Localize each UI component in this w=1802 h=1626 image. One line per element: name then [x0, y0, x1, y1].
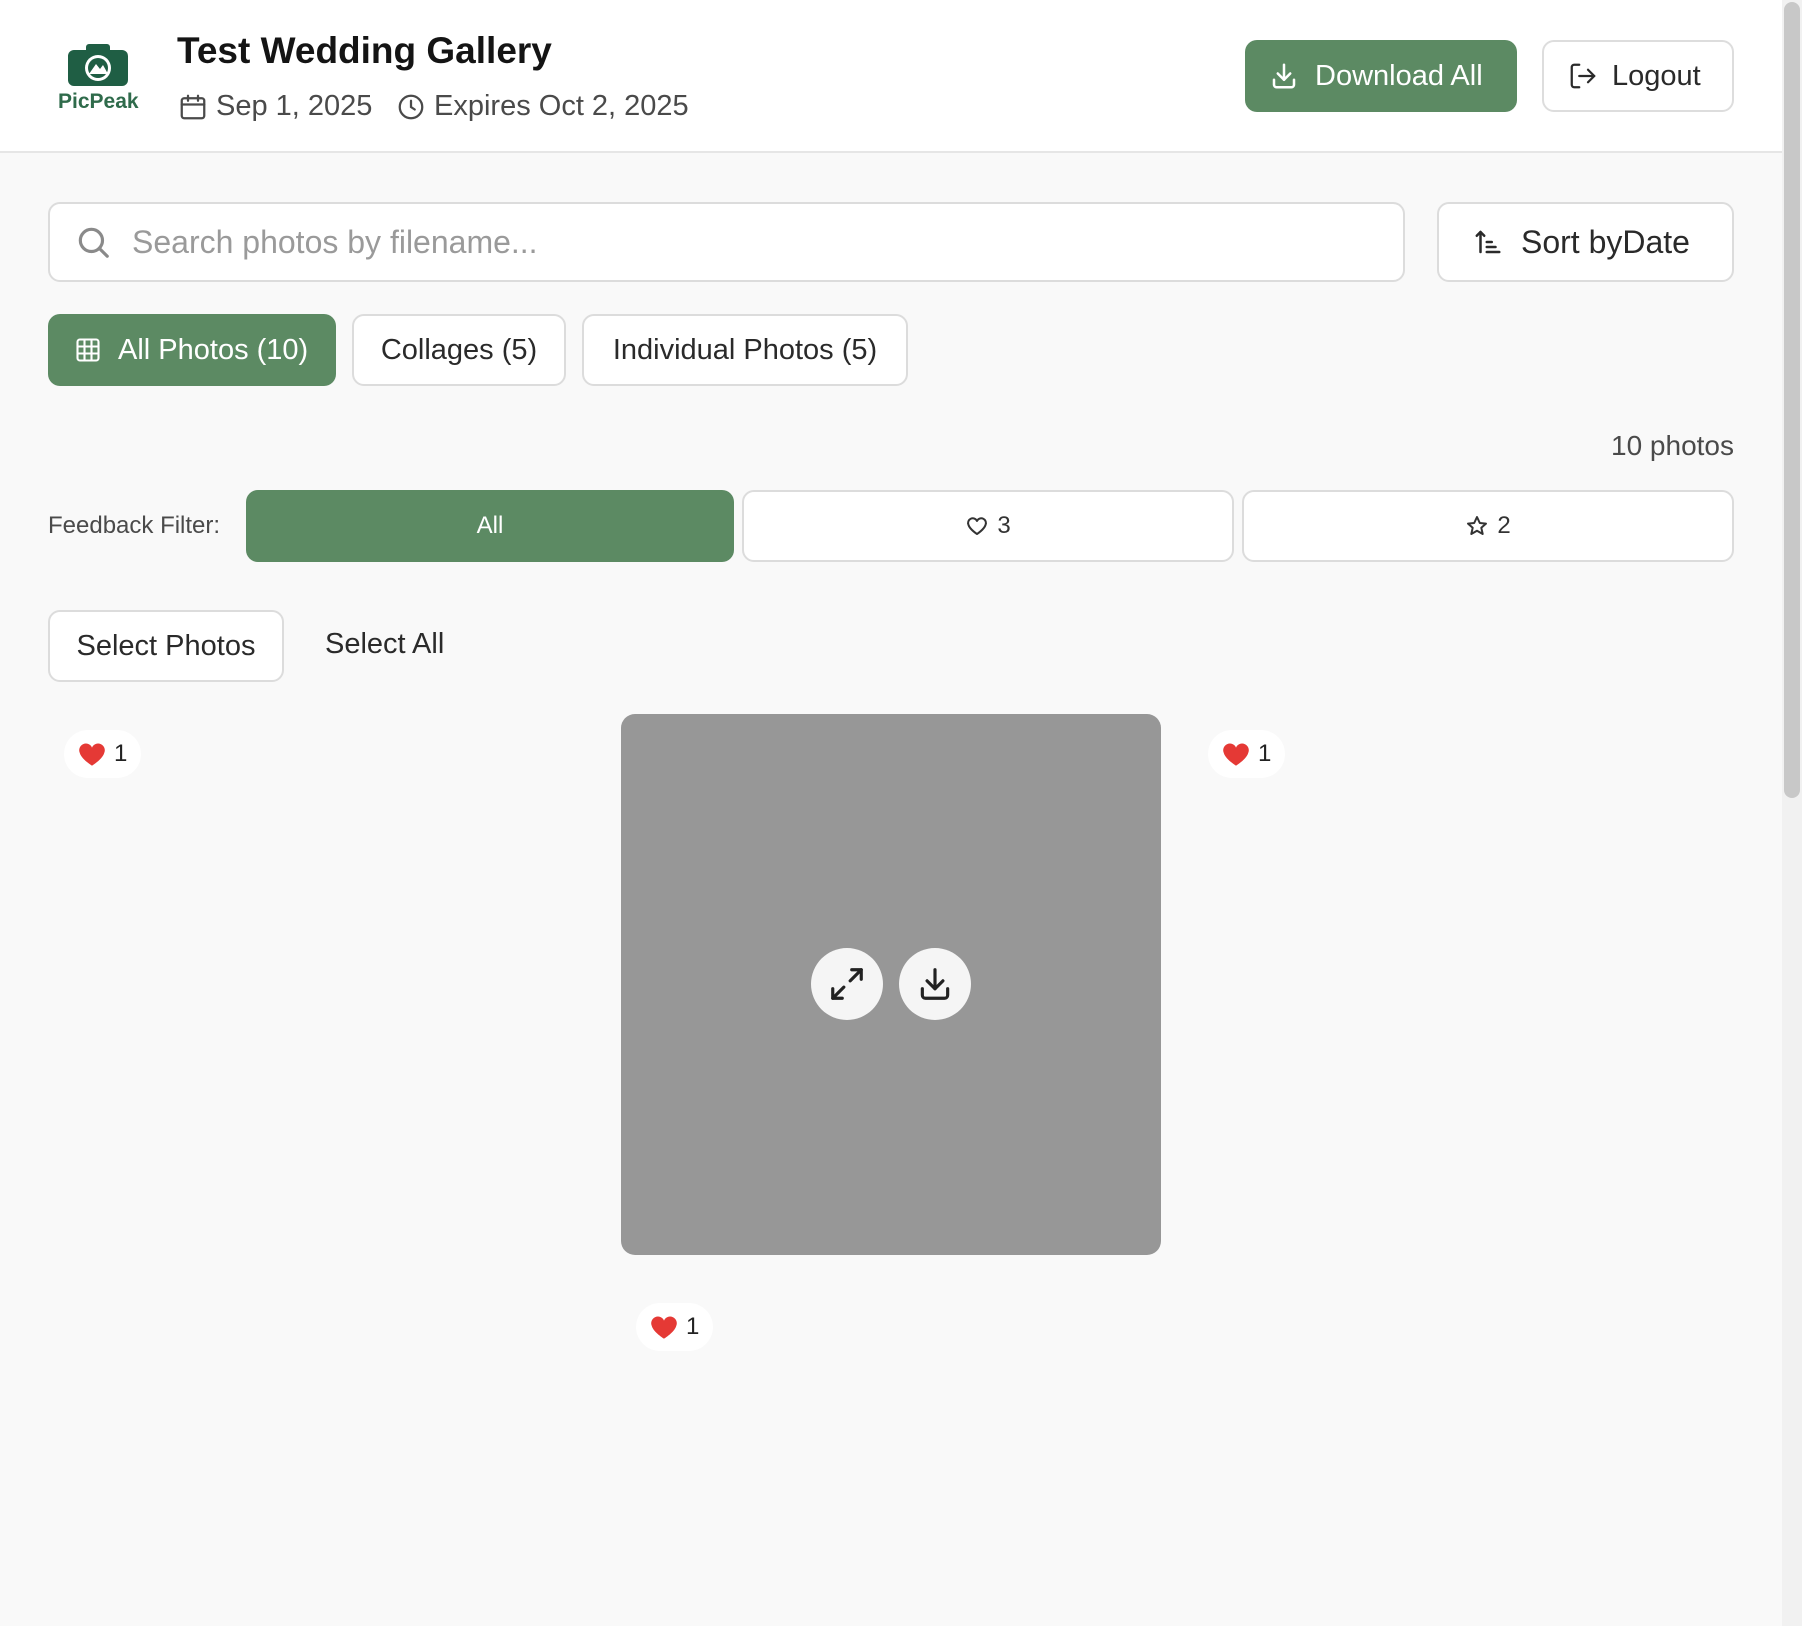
like-count: 1 [1258, 740, 1272, 767]
page-scrollbar[interactable] [1782, 0, 1802, 1626]
feedback-filter-label: Feedback Filter: [48, 512, 221, 539]
select-photos-button[interactable]: Select Photos [48, 610, 284, 682]
scrollbar-thumb[interactable] [1784, 2, 1800, 798]
tab-collages-label: Collages (5) [380, 333, 538, 366]
photo-like-badge: 1 [1208, 730, 1286, 778]
select-all-button[interactable]: Select All [325, 628, 444, 661]
download-all-label: Download All [1315, 59, 1483, 92]
search-icon [78, 227, 109, 258]
heart-icon [79, 743, 105, 766]
sort-label: Sort byDate [1521, 223, 1690, 260]
download-photo-button[interactable] [899, 948, 971, 1020]
download-icon [920, 968, 950, 1000]
expiry-date-text: Expires Oct 2, 2025 [434, 90, 689, 122]
like-count: 1 [686, 1313, 700, 1340]
photo-count: 10 photos [1611, 430, 1734, 461]
likes-count: 3 [997, 512, 1011, 539]
photo-like-badge: 1 [64, 730, 142, 778]
search-input[interactable] [132, 223, 1332, 261]
tab-individual-photos-label: Individual Photos (5) [612, 333, 878, 366]
tab-collages[interactable]: Collages (5) [352, 314, 566, 386]
tab-all-photos-label: All Photos (10) [118, 333, 309, 366]
event-date-text: Sep 1, 2025 [216, 90, 373, 122]
favorites-count: 2 [1497, 512, 1511, 539]
download-icon [1272, 63, 1296, 89]
expand-photo-button[interactable] [811, 948, 883, 1020]
grid-icon [76, 338, 100, 362]
sort-button[interactable]: Sort byDate [1437, 202, 1734, 282]
feedback-filter-all-label: All [476, 512, 504, 539]
heart-icon [967, 517, 988, 535]
feedback-filter-favorites[interactable]: 2 [1242, 490, 1734, 562]
select-photos-label: Select Photos [76, 629, 256, 662]
search-box[interactable] [48, 202, 1405, 282]
gallery-title: Test Wedding Gallery [177, 30, 552, 71]
feedback-filter-all[interactable]: All [246, 490, 734, 562]
logout-label: Logout [1612, 59, 1701, 92]
calendar-icon [180, 94, 206, 119]
camera-mountain-icon [68, 44, 128, 86]
photo-like-badge: 1 [636, 1303, 714, 1351]
clock-icon [398, 94, 424, 119]
tab-individual-photos[interactable]: Individual Photos (5) [582, 314, 908, 386]
feedback-filter-likes[interactable]: 3 [742, 490, 1234, 562]
logout-button[interactable]: Logout [1542, 40, 1734, 112]
tab-all-photos[interactable]: All Photos (10) [48, 314, 336, 386]
logout-icon [1570, 63, 1596, 89]
download-all-button[interactable]: Download All [1245, 40, 1517, 112]
star-icon [1467, 516, 1488, 535]
sort-ascending-icon [1475, 230, 1501, 254]
heart-icon [1223, 743, 1249, 766]
picpeak-logo: PicPeak [58, 42, 139, 114]
gallery-header: PicPeak Test Wedding Gallery Sep 1, 2025… [0, 0, 1782, 153]
like-count: 1 [114, 740, 128, 767]
photo-thumbnail[interactable] [621, 714, 1161, 1255]
heart-icon [651, 1316, 677, 1339]
event-date: Sep 1, 2025 [178, 90, 372, 123]
expiry-date: Expires Oct 2, 2025 [396, 90, 689, 123]
logo-text: PicPeak [58, 90, 139, 113]
expand-icon [831, 968, 863, 1000]
